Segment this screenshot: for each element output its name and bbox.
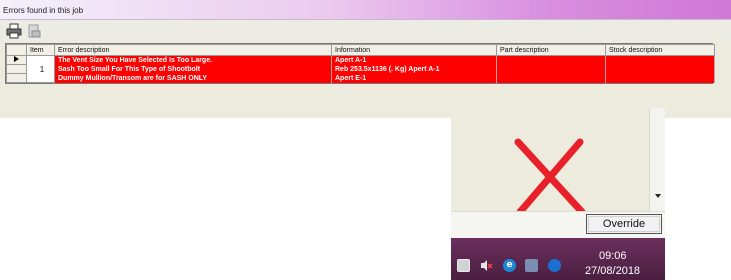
stock-description-cell[interactable] xyxy=(605,55,715,65)
part-description-cell[interactable] xyxy=(496,73,606,83)
print-icon[interactable] xyxy=(6,23,22,39)
row-selector-header xyxy=(6,44,27,56)
override-button[interactable]: Override xyxy=(586,214,662,234)
network-icon[interactable] xyxy=(457,259,470,272)
table-row[interactable]: Dummy Mullion/Transom are for SASH ONLY … xyxy=(6,73,715,83)
table-row[interactable]: Sash Too Small For This Type of Shootbol… xyxy=(6,64,715,74)
taskbar: e 09:06 27/08/2018 xyxy=(451,238,665,280)
red-x-mark-icon xyxy=(514,138,586,216)
information-cell[interactable]: Apert A-1 xyxy=(331,55,497,65)
stock-description-cell[interactable] xyxy=(605,64,715,74)
part-description-cell[interactable] xyxy=(496,55,606,65)
information-cell[interactable]: Reb 253.5x1136 (. Kg) Apert A-1 xyxy=(331,64,497,74)
edge-icon[interactable]: e xyxy=(503,259,516,272)
error-description-cell[interactable]: The Vent Size You Have Selected Is Too L… xyxy=(54,55,332,65)
volume-muted-icon[interactable] xyxy=(480,259,493,272)
row-selector[interactable] xyxy=(6,55,27,65)
table-row[interactable]: 1 The Vent Size You Have Selected Is Too… xyxy=(6,55,715,83)
title-bar: Errors found in this job xyxy=(0,0,731,20)
row-selector[interactable] xyxy=(6,73,27,83)
column-header-item[interactable]: Item xyxy=(26,44,55,56)
column-header-error-description[interactable]: Error description xyxy=(54,44,332,56)
vertical-scrollbar[interactable] xyxy=(649,108,665,211)
grid-header-row: Item Error description Information Part … xyxy=(6,44,715,56)
window-title: Errors found in this job xyxy=(3,6,84,15)
toolbar xyxy=(0,20,731,42)
column-header-information[interactable]: Information xyxy=(331,44,497,56)
error-description-cell[interactable]: Sash Too Small For This Type of Shootbol… xyxy=(54,64,332,74)
row-selector[interactable] xyxy=(6,64,27,74)
errors-grid[interactable]: Item Error description Information Part … xyxy=(5,43,715,84)
export-icon[interactable] xyxy=(26,23,42,39)
stock-description-cell[interactable] xyxy=(605,73,715,83)
current-row-arrow-icon xyxy=(14,56,19,62)
clock-date[interactable]: 27/08/2018 xyxy=(585,265,640,277)
column-header-part-description[interactable]: Part description xyxy=(496,44,606,56)
error-description-cell[interactable]: Dummy Mullion/Transom are for SASH ONLY xyxy=(54,73,332,83)
item-number: 1 xyxy=(26,55,55,83)
scroll-down-arrow-icon[interactable] xyxy=(655,194,661,198)
column-header-stock-description[interactable]: Stock description xyxy=(605,44,715,56)
information-cell[interactable]: Apert E-1 xyxy=(331,73,497,83)
app-icon[interactable] xyxy=(525,259,538,272)
chrome-icon[interactable] xyxy=(548,259,561,272)
part-description-cell[interactable] xyxy=(496,64,606,74)
clock-time[interactable]: 09:06 xyxy=(599,250,627,262)
